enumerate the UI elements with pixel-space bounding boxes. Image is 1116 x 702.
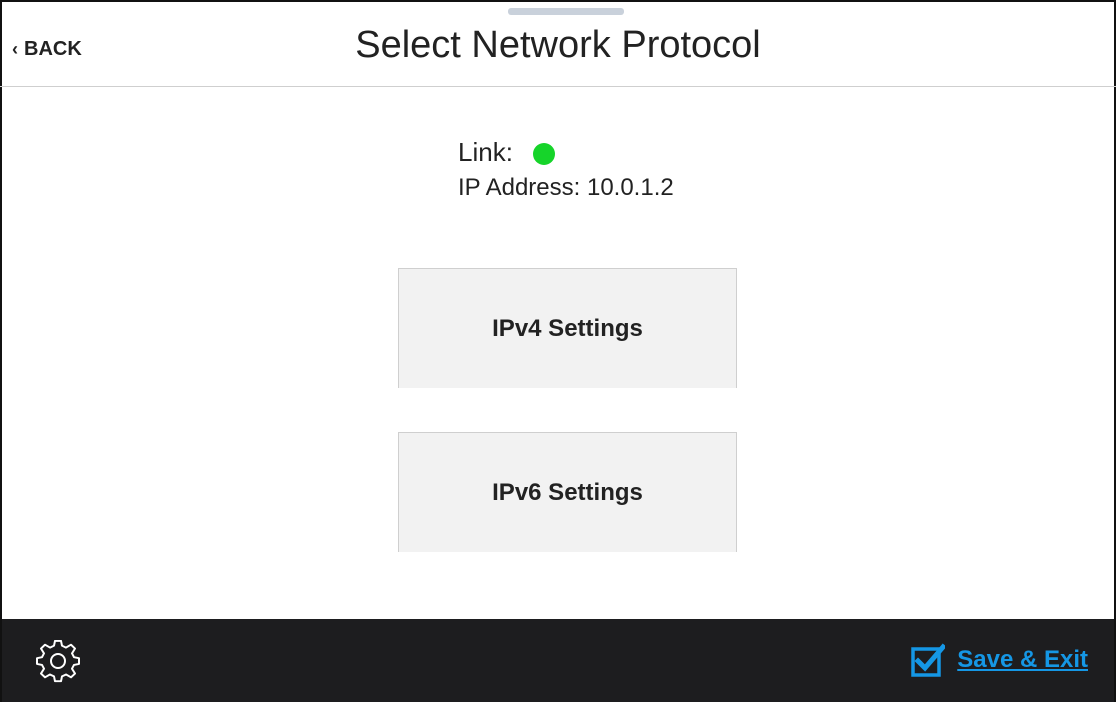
link-status: Link: [458, 134, 555, 170]
gear-icon[interactable] [36, 640, 80, 684]
link-label: Link: [458, 136, 513, 167]
ip-address: IP Address: 10.0.1.2 [458, 174, 674, 201]
footer-bar: Save & Exit [2, 619, 1114, 702]
checkbox-checked-icon [911, 643, 946, 677]
header-bar: ‹ BACK Select Network Protocol [0, 14, 1116, 87]
link-status-indicator [532, 143, 555, 165]
save-exit-button[interactable]: Save & Exit [911, 643, 1088, 677]
ipv4-settings-button[interactable]: IPv4 Settings [398, 268, 737, 388]
save-exit-label: Save & Exit [957, 646, 1088, 673]
ipv6-settings-button[interactable]: IPv6 Settings [398, 432, 737, 552]
ipv4-settings-label: IPv4 Settings [492, 314, 643, 342]
top-border [0, 0, 1116, 2]
ipv6-settings-label: IPv6 Settings [492, 478, 643, 506]
page-title: Select Network Protocol [355, 24, 761, 66]
